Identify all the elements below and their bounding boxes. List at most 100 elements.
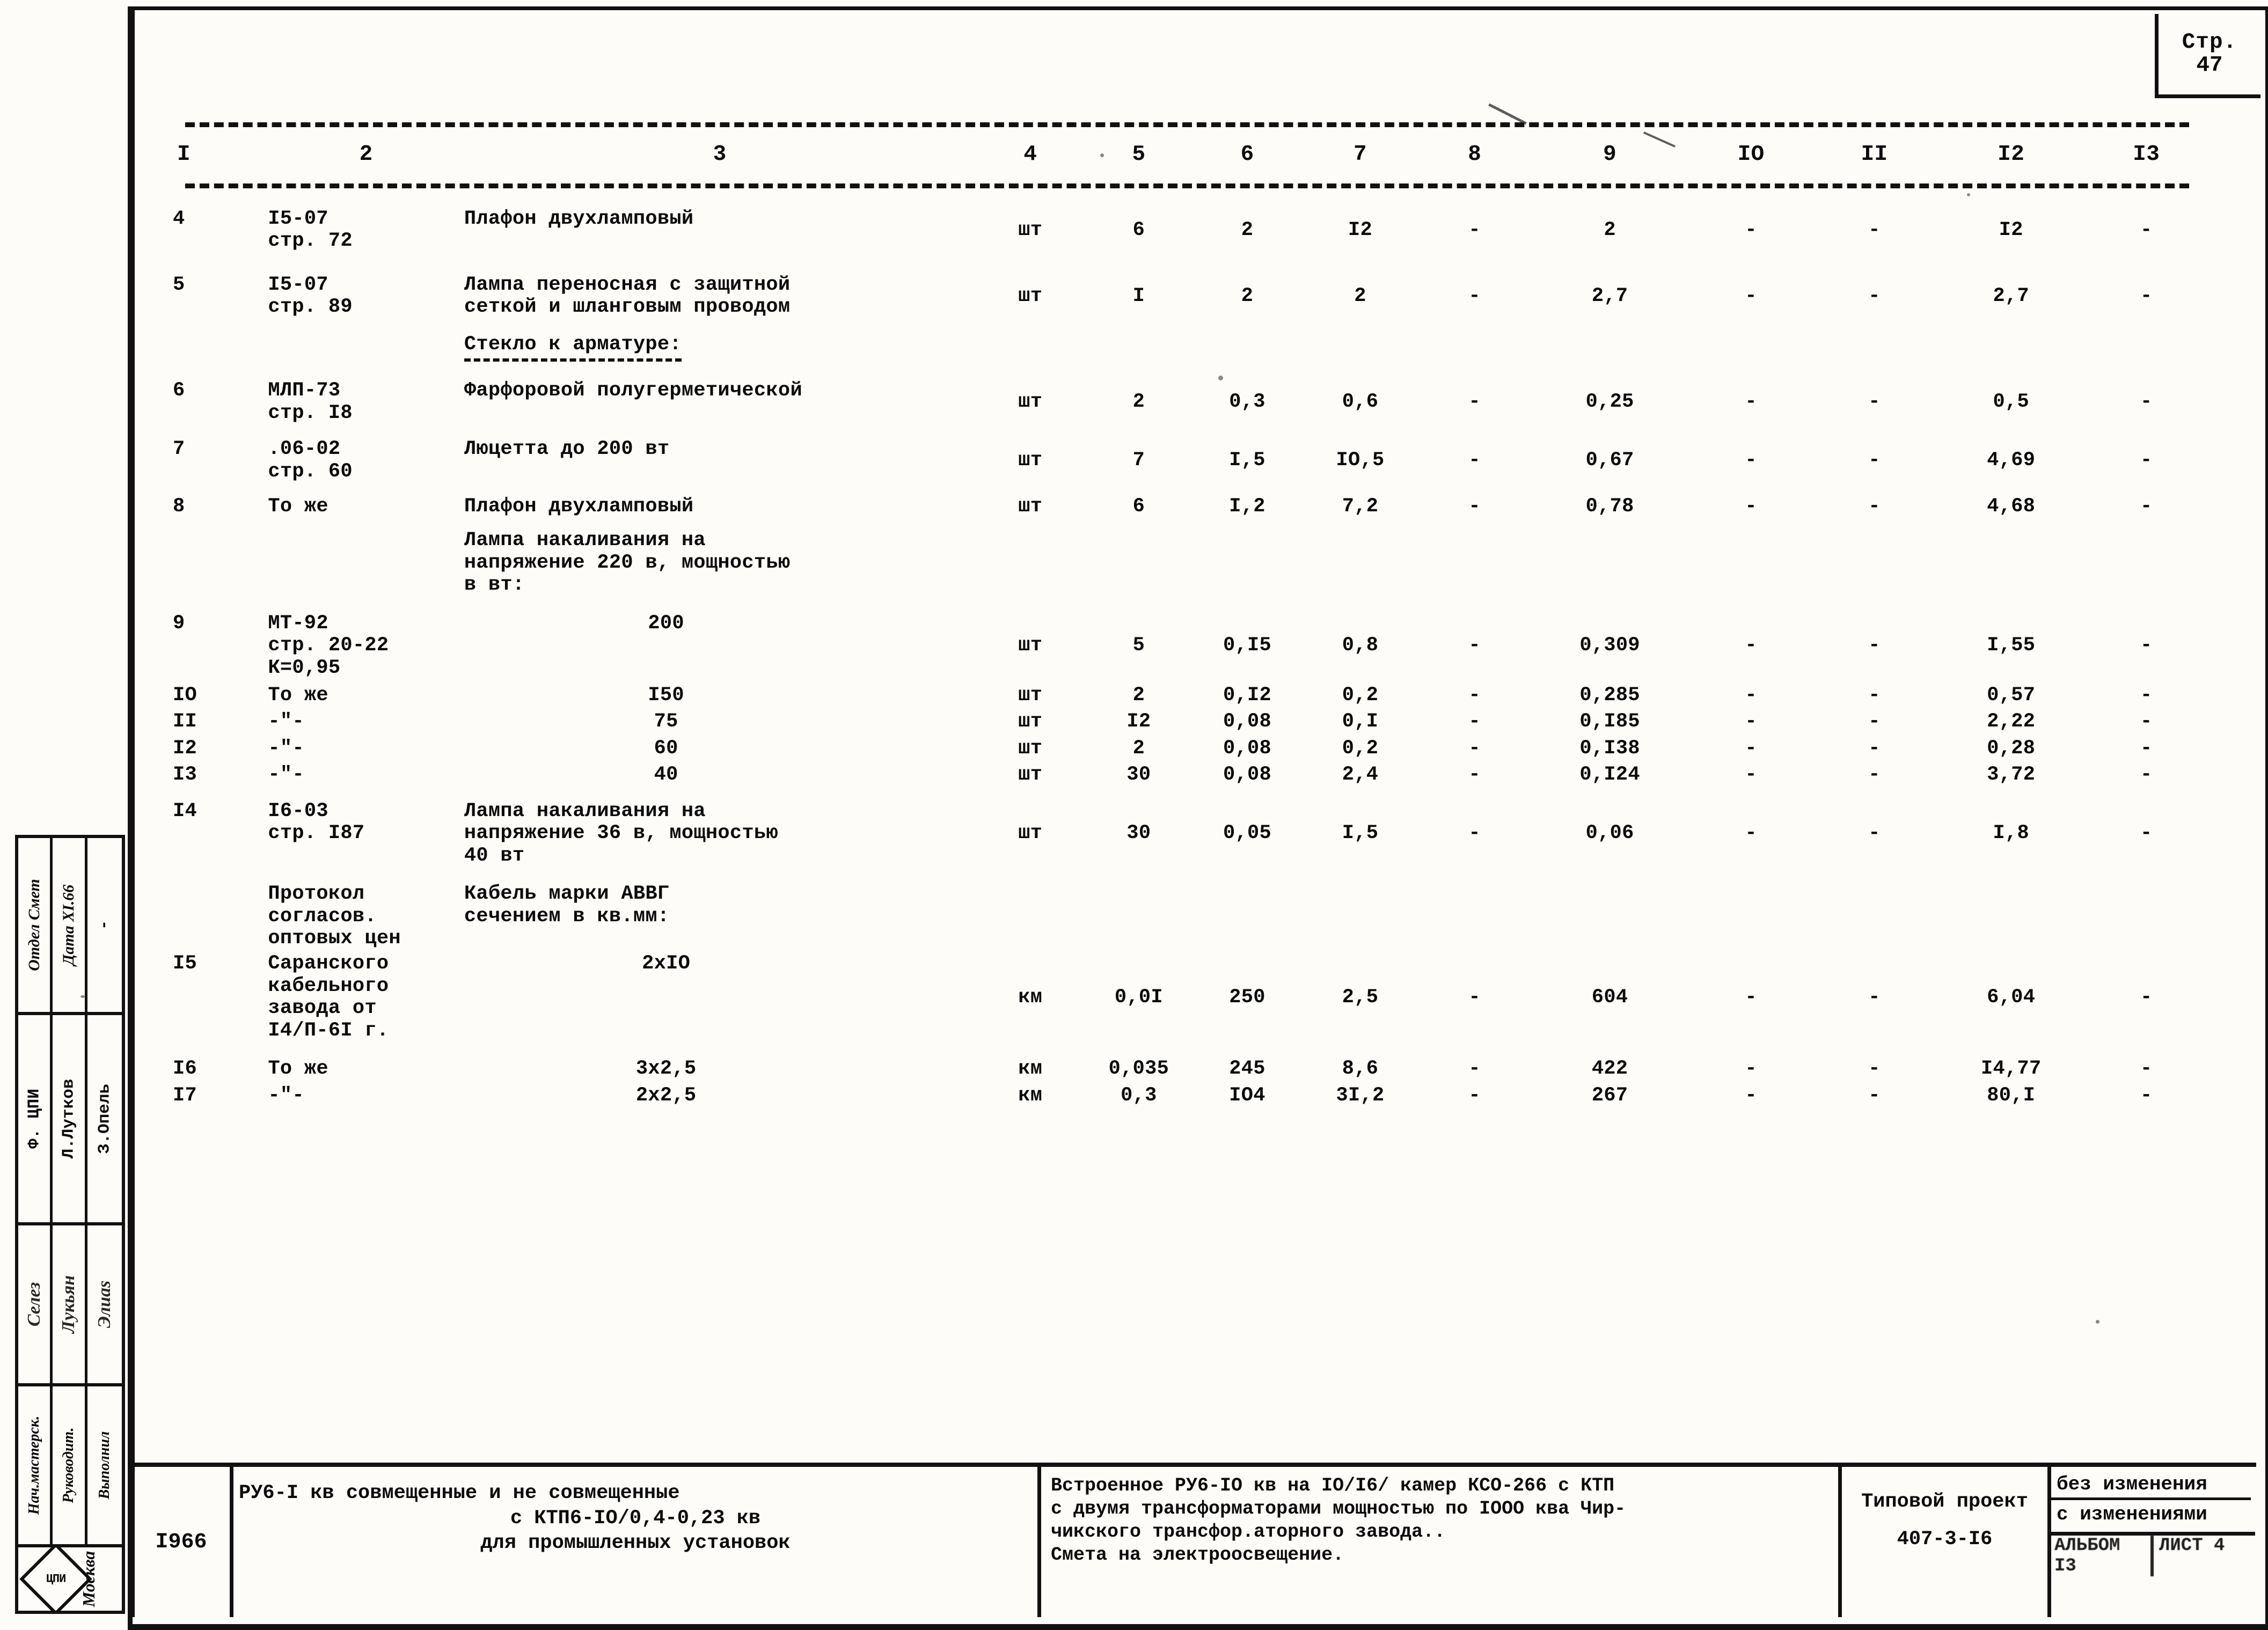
table-spacer — [161, 183, 2206, 208]
col9-value-text: 0,309 — [1579, 634, 1640, 657]
col10-value-text: - — [1745, 284, 1757, 307]
title-block-changes: без изменения с изменениями АЛЬБОМ I3 ЛИ… — [2051, 1467, 2255, 1617]
quantity: 0,035 — [1085, 1058, 1192, 1080]
col9-value-text: 604 — [1591, 986, 1628, 1009]
col10-value: - — [1688, 1058, 1813, 1080]
scan-speck — [1100, 153, 1104, 157]
stamp-org: Ф. ЦПИ — [25, 1089, 44, 1149]
title-block-project: Типовой проект 407-3-I6 — [1842, 1467, 2051, 1617]
col13-value: - — [2087, 438, 2206, 483]
unit-price: 250 — [1192, 953, 1303, 1042]
reference-code-text: МЛП-73 стр. I8 — [268, 379, 353, 424]
spacer-cell — [161, 253, 2206, 274]
reference-code-text: -"- — [268, 710, 304, 733]
unit-of-measure — [975, 883, 1085, 950]
table-spacer — [161, 1042, 2206, 1058]
reference-code: То же — [268, 495, 464, 518]
scan-speck — [1218, 376, 1223, 380]
item-name: 75 — [464, 711, 976, 733]
item-name: Лампа накаливания на напряжение 220 в, м… — [464, 530, 976, 596]
table-spacer — [161, 867, 2206, 883]
quantity-text: 2 — [1132, 737, 1145, 760]
col12-value: 6,04 — [1935, 953, 2087, 1042]
col8-value-text: - — [1468, 710, 1481, 733]
item-name-text: 75 — [654, 710, 678, 733]
col13-value: - — [2087, 1084, 2206, 1107]
col8-value — [1418, 883, 1531, 950]
stamp-chief-name: Л.Лутков — [59, 1078, 78, 1159]
col9-value: 0,I85 — [1531, 711, 1689, 733]
unit-of-measure-text: шт — [1018, 495, 1043, 518]
signature-3: Элиаs — [94, 1280, 114, 1328]
col12-value: 0,28 — [1935, 737, 2087, 760]
col8-value: - — [1418, 495, 1531, 518]
row-number-text: 4 — [173, 208, 185, 230]
col9-value-text: 0,I24 — [1579, 763, 1640, 787]
column-header-4: 4 — [1023, 142, 1037, 167]
table-spacer — [161, 787, 2206, 801]
col9-value-text: 0,67 — [1585, 449, 1634, 472]
unit-of-measure: шт — [975, 711, 1085, 733]
spacer-cell — [161, 424, 2206, 438]
stamp-cell-role-lead: Руководит. — [53, 1386, 87, 1544]
row-number: II — [161, 711, 268, 733]
reference-code: I5-07 стр. 89 — [268, 274, 464, 319]
col8-value-text: - — [1468, 684, 1481, 707]
quantity — [1085, 883, 1192, 950]
total-price-text: 2 — [1354, 284, 1366, 307]
reference-code-text: I6-03 стр. I87 — [268, 799, 365, 845]
col10-value-text: - — [1745, 634, 1757, 657]
total-price-text: 0,2 — [1342, 737, 1379, 760]
spacer-cell — [161, 787, 2206, 801]
col11-value-text: - — [1868, 1084, 1881, 1107]
total-price-text: 0,6 — [1342, 390, 1379, 413]
page-border-inner-left — [132, 10, 135, 1617]
col9-value-text: 0,25 — [1585, 390, 1634, 413]
role-chief: Нач.мастерск. — [25, 1415, 42, 1515]
table-row: Протокол согласов. оптовых цен Кабель мар… — [161, 883, 2206, 950]
col12-value-text: I,55 — [1987, 634, 2036, 657]
unit-price: 2 — [1192, 274, 1303, 319]
col10-value: - — [1688, 953, 1813, 1042]
col9-value-text: 2 — [1604, 218, 1616, 241]
title-block: I966 РУ6-I кв совмещенные и не совмещенн… — [133, 1463, 2256, 1617]
col12-value-text: I4,77 — [1980, 1058, 2042, 1081]
col11-value: - — [1813, 764, 1935, 786]
quantity: I2 — [1085, 711, 1192, 733]
sheet-number: ЛИСТ 4 — [2159, 1536, 2225, 1556]
item-name: Плафон двухламповый — [464, 495, 976, 518]
row-number — [161, 334, 268, 362]
unit-price — [1192, 334, 1303, 362]
quantity: 0,3 — [1085, 1084, 1192, 1107]
col13-value-text: - — [2140, 218, 2153, 241]
col10-value — [1688, 883, 1813, 950]
column-header-3: 3 — [713, 142, 727, 167]
total-price-text: 0,2 — [1342, 684, 1379, 707]
col12-value-text: 0,5 — [1993, 390, 2029, 413]
col11-value-text: - — [1868, 763, 1881, 787]
stamp-row-names: Ф. ЦПИ Л.Лутков З.Опель — [18, 1015, 122, 1225]
unit-price: 245 — [1192, 1058, 1303, 1080]
changes-without: без изменения — [2051, 1473, 2251, 1500]
col8-value: - — [1418, 274, 1531, 319]
item-name: 200 — [464, 612, 976, 679]
col8-value-text: - — [1468, 1084, 1481, 1107]
quantity: 0,0I — [1085, 953, 1192, 1042]
reference-code — [268, 530, 464, 596]
col10-value-text: - — [1745, 986, 1757, 1009]
total-price-text: 7,2 — [1342, 495, 1379, 518]
stamp-cell-date: Дата XI.66 — [53, 838, 87, 1012]
column-header-9: 9 — [1603, 142, 1617, 167]
city-label: Москва — [78, 1551, 98, 1607]
spacer-cell — [161, 679, 2206, 685]
col11-value — [1813, 530, 1935, 596]
unit-of-measure: км — [975, 953, 1085, 1042]
unit-price-text: 2 — [1241, 218, 1254, 241]
col10-value-text: - — [1745, 390, 1757, 413]
total-price-text: 3I,2 — [1336, 1084, 1385, 1107]
total-price: 0,8 — [1302, 613, 1418, 679]
table-spacer — [161, 518, 2206, 530]
table-spacer — [161, 679, 2206, 685]
col13-value-text: - — [2140, 284, 2153, 307]
stamp-cell-role-author: Выполнил — [87, 1386, 122, 1544]
